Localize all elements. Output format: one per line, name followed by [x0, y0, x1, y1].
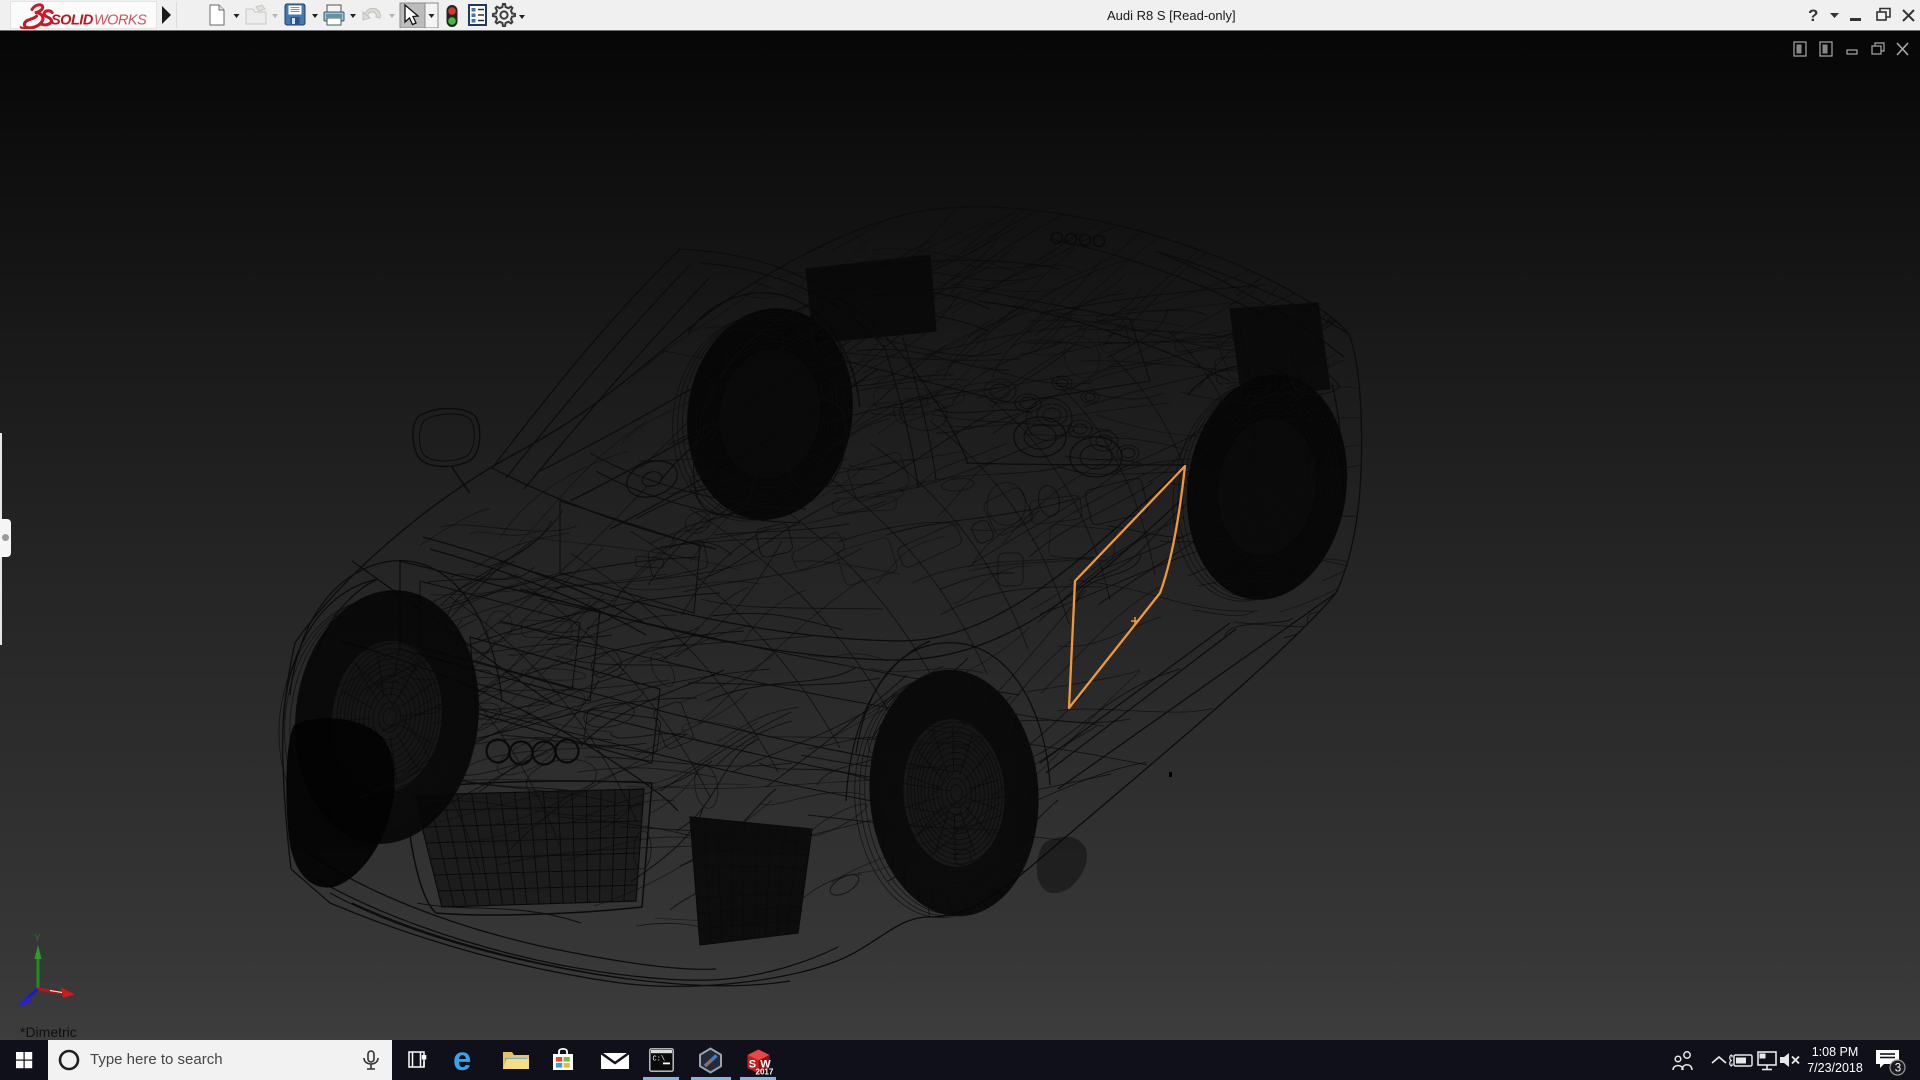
svg-text:2017: 2017	[756, 1068, 774, 1077]
svg-text:C:\: C:\	[653, 1056, 666, 1064]
svg-text:WORKS: WORKS	[94, 13, 147, 29]
svg-text:3: 3	[1895, 1063, 1901, 1075]
svg-text:Y: Y	[34, 933, 41, 944]
svg-text:*Dimetric: *Dimetric	[20, 1024, 77, 1040]
svg-text:?: ?	[1808, 6, 1818, 25]
svg-text:SOLID: SOLID	[51, 13, 94, 29]
